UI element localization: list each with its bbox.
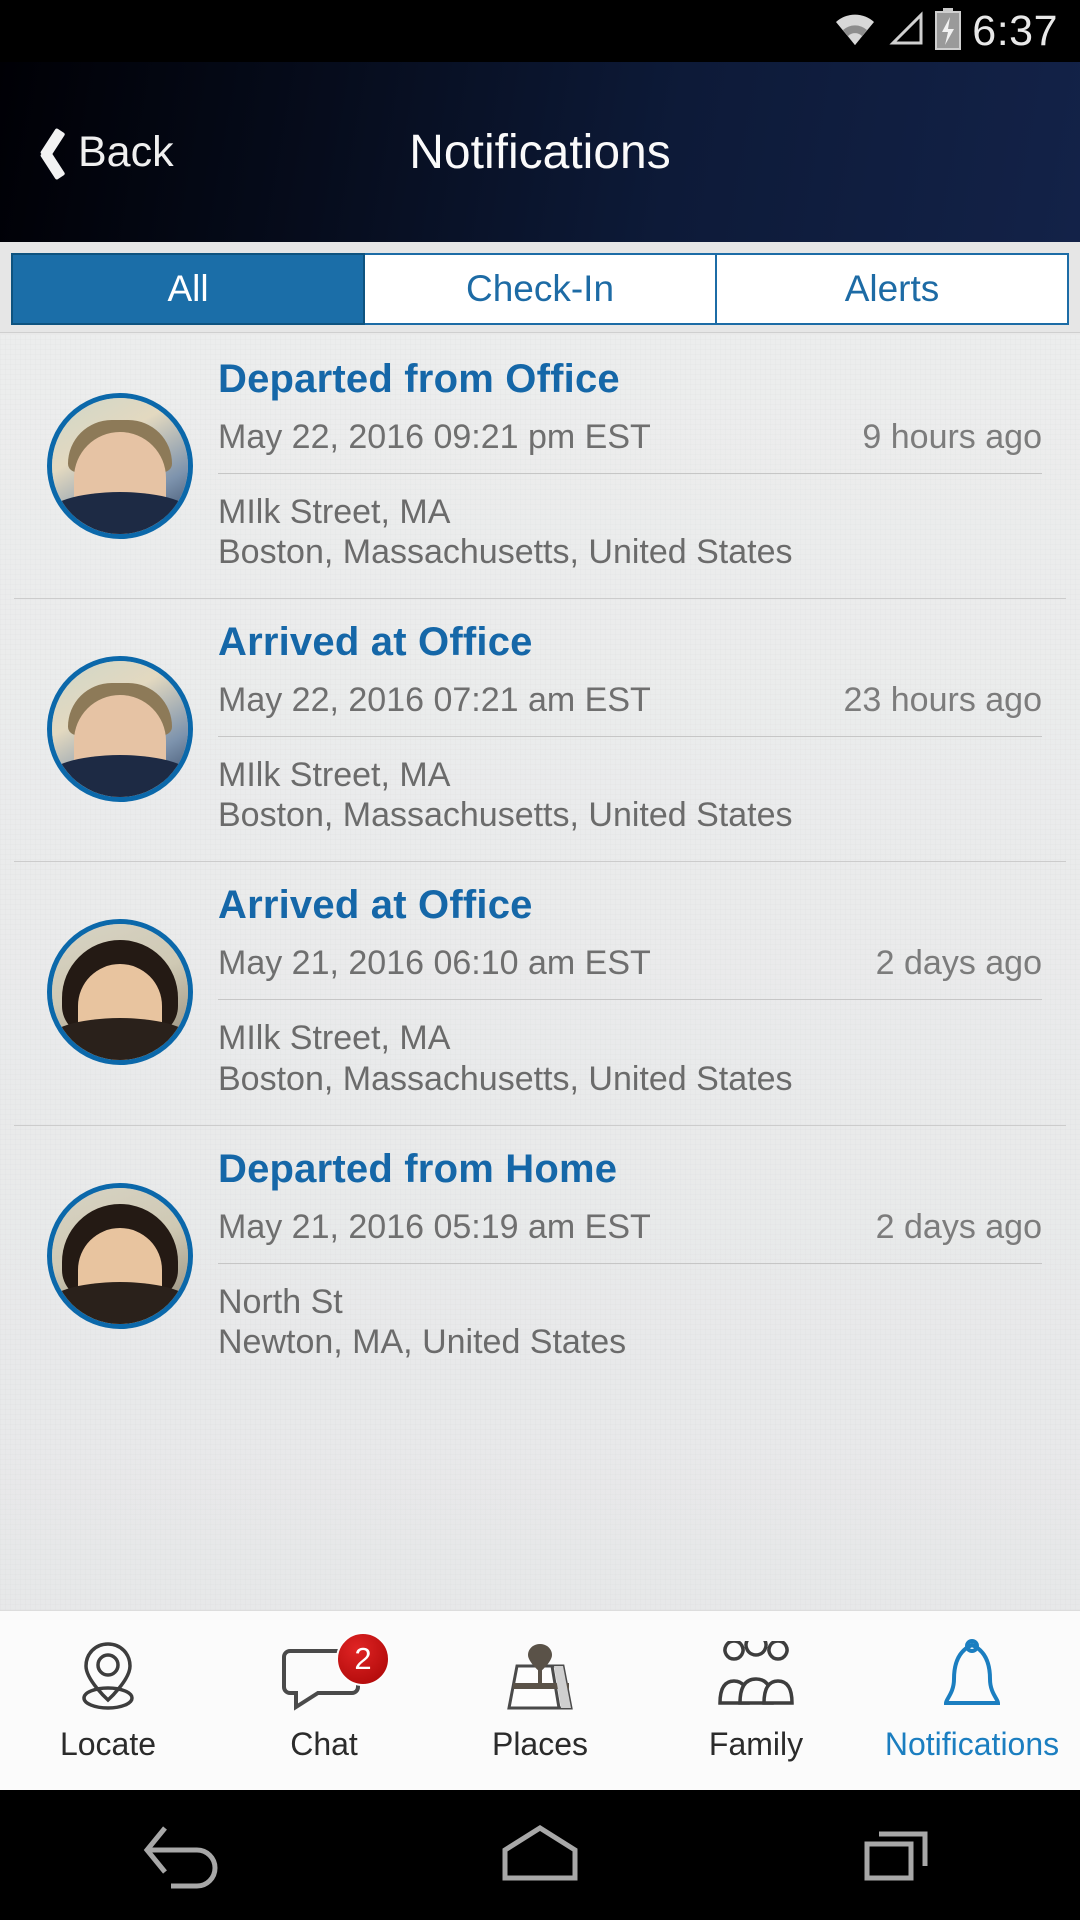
- nav-item-notifications[interactable]: Notifications: [864, 1611, 1080, 1790]
- phone-screen: 6:37 Back Notifications All Check-In Ale…: [0, 0, 1080, 1920]
- notification-title: Arrived at Office: [218, 883, 533, 928]
- status-bar-icons: [832, 7, 962, 55]
- home-icon[interactable]: [440, 1820, 640, 1890]
- notification-date: May 22, 2016 09:21 pm EST: [218, 418, 651, 456]
- notification-address: North St Newton, MA, United States: [218, 1282, 1042, 1362]
- notification-address: MIlk Street, MA Boston, Massachusetts, U…: [218, 1018, 1042, 1098]
- tab-check-in[interactable]: Check-In: [365, 253, 717, 325]
- cell-signal-icon: [887, 10, 925, 52]
- nav-item-chat[interactable]: 2 Chat: [216, 1611, 432, 1790]
- notification-meta: May 22, 2016 09:21 pm EST 9 hours ago: [218, 418, 1042, 474]
- notification-meta: May 21, 2016 06:10 am EST 2 days ago: [218, 944, 1042, 1001]
- notification-content: Arrived at Office May 21, 2016 06:10 am …: [218, 883, 1058, 1098]
- avatar-wrapper: [22, 1147, 218, 1362]
- bell-icon: [934, 1638, 1010, 1716]
- status-bar: 6:37: [0, 0, 1080, 62]
- map-places-icon: [497, 1638, 583, 1716]
- notification-item[interactable]: Arrived at Office May 21, 2016 06:10 am …: [0, 861, 1080, 1124]
- notification-list[interactable]: Departed from Office May 22, 2016 09:21 …: [0, 335, 1080, 1610]
- nav-item-places[interactable]: Places: [432, 1611, 648, 1790]
- notification-content: Departed from Office May 22, 2016 09:21 …: [218, 357, 1058, 572]
- nav-item-family[interactable]: Family: [648, 1611, 864, 1790]
- notification-relative-time: 2 days ago: [875, 944, 1042, 983]
- address-line-1: MIlk Street, MA: [218, 756, 451, 795]
- address-line-1: North St: [218, 1282, 343, 1321]
- notification-item[interactable]: Departed from Office May 22, 2016 09:21 …: [0, 335, 1080, 598]
- chat-badge: 2: [336, 1632, 390, 1686]
- notification-meta: May 21, 2016 05:19 am EST 2 days ago: [218, 1208, 1042, 1264]
- address-line-2: Newton, MA, United States: [218, 1322, 627, 1361]
- notification-item[interactable]: Arrived at Office May 22, 2016 07:21 am …: [0, 598, 1080, 861]
- recents-icon[interactable]: [800, 1820, 1000, 1890]
- tab-alerts[interactable]: Alerts: [717, 253, 1069, 325]
- notification-address: MIlk Street, MA Boston, Massachusetts, U…: [218, 492, 1042, 572]
- notification-content: Departed from Home May 21, 2016 05:19 am…: [218, 1147, 1058, 1362]
- tab-all[interactable]: All: [11, 253, 365, 325]
- notification-relative-time: 23 hours ago: [843, 681, 1043, 720]
- notification-relative-time: 9 hours ago: [862, 418, 1042, 456]
- app-header: Back Notifications: [0, 62, 1080, 242]
- notification-date: May 22, 2016 07:21 am EST: [218, 681, 651, 720]
- notification-title: Departed from Home: [218, 1146, 618, 1191]
- nav-item-locate[interactable]: Locate: [0, 1611, 216, 1790]
- address-line-1: MIlk Street, MA: [218, 493, 451, 531]
- avatar-wrapper: [22, 620, 218, 835]
- address-line-1: MIlk Street, MA: [218, 1019, 451, 1058]
- nav-label-locate: Locate: [59, 1726, 157, 1762]
- segmented-tabs: All Check-In Alerts: [0, 242, 1080, 333]
- notification-address: MIlk Street, MA Boston, Massachusetts, U…: [218, 755, 1042, 835]
- notification-content: Arrived at Office May 22, 2016 07:21 am …: [218, 620, 1058, 835]
- status-bar-clock: 6:37: [972, 6, 1058, 55]
- battery-charging-icon: [934, 7, 962, 55]
- chevron-left-icon: [26, 126, 56, 178]
- android-navigation-bar: [0, 1790, 1080, 1920]
- nav-label-notifications: Notifications: [884, 1726, 1060, 1762]
- nav-label-places: Places: [491, 1726, 589, 1762]
- address-line-2: Boston, Massachusetts, United States: [218, 533, 793, 572]
- bottom-navigation: Locate 2 Chat Places Family Notification…: [0, 1610, 1080, 1790]
- chat-bubble-icon: 2: [282, 1632, 390, 1716]
- wifi-icon: [832, 11, 878, 52]
- notification-date: May 21, 2016 06:10 am EST: [218, 944, 651, 983]
- address-line-2: Boston, Massachusetts, United States: [218, 796, 793, 835]
- notification-item[interactable]: Departed from Home May 21, 2016 05:19 am…: [0, 1124, 1080, 1388]
- nav-label-chat: Chat: [290, 1726, 358, 1762]
- notification-relative-time: 2 days ago: [875, 1207, 1042, 1246]
- notification-title: Arrived at Office: [218, 620, 533, 665]
- people-group-icon: [710, 1638, 802, 1716]
- avatar: [47, 656, 193, 803]
- avatar: [47, 1182, 193, 1329]
- notification-meta: May 22, 2016 07:21 am EST 23 hours ago: [218, 681, 1043, 738]
- address-line-2: Boston, Massachusetts, United States: [218, 1059, 793, 1098]
- back-button-label: Back: [78, 127, 174, 176]
- avatar: [47, 393, 193, 539]
- nav-label-family: Family: [708, 1726, 804, 1762]
- notification-title: Departed from Office: [218, 357, 620, 401]
- avatar-wrapper: [22, 883, 218, 1098]
- map-pin-icon: [71, 1638, 145, 1716]
- back-arrow-icon[interactable]: [80, 1820, 280, 1890]
- back-button[interactable]: Back: [0, 62, 174, 242]
- notification-date: May 21, 2016 05:19 am EST: [218, 1207, 651, 1246]
- avatar-wrapper: [22, 357, 218, 572]
- avatar: [47, 919, 193, 1066]
